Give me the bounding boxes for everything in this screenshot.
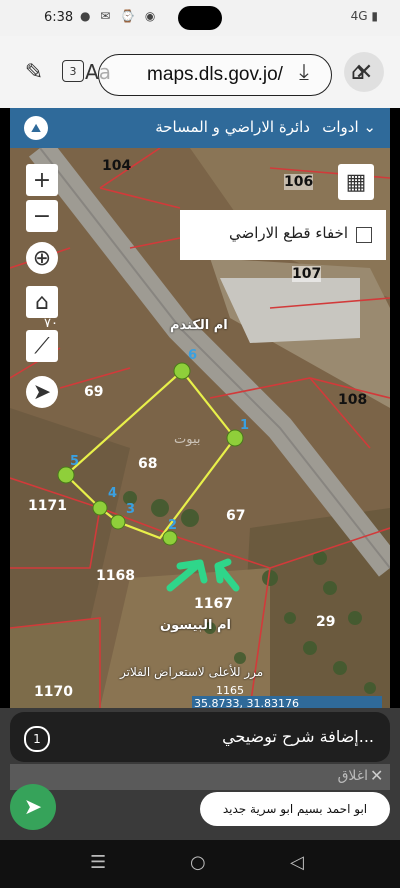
tools-menu[interactable]: ادوات ⌄ bbox=[322, 118, 376, 136]
hide-parcels-checkbox[interactable] bbox=[356, 227, 372, 243]
street-label: ام الكندم bbox=[170, 318, 228, 333]
back-icon[interactable]: ◁ bbox=[290, 852, 304, 873]
vertex-label: 1 bbox=[240, 418, 250, 433]
parcel-label: ٧٠ bbox=[44, 316, 58, 331]
vertex-label: 6 bbox=[188, 348, 198, 363]
locate-icon[interactable]: ⊕ bbox=[26, 242, 58, 274]
parcel-label: 1170 bbox=[34, 684, 73, 700]
home-extent-icon[interactable]: ⌂ bbox=[26, 286, 58, 318]
menu-icon[interactable]: ☰ bbox=[90, 852, 106, 873]
zoom-in-button[interactable]: + bbox=[26, 164, 58, 196]
send-icon: ➤ bbox=[23, 794, 43, 820]
street-label: ام البيسون bbox=[160, 618, 231, 633]
parcel-label: 104 bbox=[102, 158, 132, 174]
signal-icon: 4G ▮ bbox=[350, 9, 378, 23]
status-bar: 6:38 ● ✉ ⌚ ◉ 4G ▮ bbox=[0, 0, 400, 36]
parcel-label: 1168 bbox=[96, 568, 135, 584]
caption-input[interactable]: 1 إضافة شرح توضيحي... bbox=[10, 712, 390, 762]
camera-notch bbox=[178, 6, 222, 30]
parcel-label: 29 bbox=[316, 614, 336, 630]
edit-pen-icon[interactable]: ✎ bbox=[14, 52, 54, 92]
url-text: maps.dls.gov.jo/ bbox=[147, 64, 283, 85]
watermark: بيوت bbox=[174, 432, 201, 447]
home-nav-icon[interactable]: ○ bbox=[190, 852, 206, 873]
parcel-label: 1165 bbox=[216, 684, 244, 697]
parcel-label: 108 bbox=[338, 392, 368, 408]
zoom-out-button[interactable]: − bbox=[26, 200, 58, 232]
measure-icon[interactable]: ⟋ bbox=[26, 330, 58, 362]
caption-placeholder: إضافة شرح توضيحي... bbox=[222, 727, 374, 746]
browser-toolbar: ✎ 3 Aa maps.dls.gov.jo/ ⤓ ⌂ ✕ bbox=[0, 36, 400, 108]
map-view[interactable]: + − ⊕ ⌂ ⟋ ➤ ▦ اخفاء قطع الاراضي 104 106 … bbox=[10, 148, 390, 708]
clock: 6:38 bbox=[44, 10, 74, 25]
coordinate-readout: 35.8733, 31.83176 bbox=[194, 697, 299, 708]
vertex-label: 4 bbox=[108, 486, 118, 501]
close-icon[interactable]: ✕ bbox=[370, 766, 390, 785]
parcel-label: 1167 bbox=[194, 596, 233, 612]
site-header: ⛰ دائرة الاراضي و المساحة ادوات ⌄ bbox=[10, 108, 390, 148]
send-button[interactable]: ➤ bbox=[10, 784, 56, 830]
qr-code-icon[interactable]: ▦ bbox=[338, 164, 374, 200]
contact-chip: ابو احمد بسيم ابو سرية جديد bbox=[200, 792, 390, 826]
parcel-label: 107 bbox=[292, 266, 322, 282]
compass-icon[interactable]: ➤ bbox=[26, 376, 58, 408]
close-bar[interactable]: ✕ اغلاق bbox=[10, 764, 390, 790]
vertex-label: 3 bbox=[126, 502, 136, 517]
contact-name: ابو احمد بسيم ابو سرية جديد bbox=[222, 802, 368, 816]
parcel-label: 1171 bbox=[28, 498, 67, 514]
close-label: اغلاق bbox=[337, 768, 368, 784]
vertex-label: 2 bbox=[168, 518, 178, 533]
parcel-label: 69 bbox=[84, 384, 104, 400]
hide-parcels-panel[interactable]: اخفاء قطع الاراضي bbox=[180, 210, 386, 260]
system-nav-bar: ☰ ○ ◁ bbox=[0, 840, 400, 888]
timer-icon[interactable]: 1 bbox=[24, 726, 50, 752]
notification-icons: ● ✉ ⌚ ◉ bbox=[80, 9, 159, 23]
logo-icon: ⛰ bbox=[24, 116, 48, 140]
download-icon[interactable]: ⤓ bbox=[284, 52, 324, 92]
parcel-label: 68 bbox=[138, 456, 158, 472]
vertex-label: 5 bbox=[70, 454, 80, 469]
hide-parcels-label: اخفاء قطع الاراضي bbox=[228, 224, 348, 242]
site-title: دائرة الاراضي و المساحة bbox=[155, 118, 310, 136]
close-icon[interactable]: ✕ bbox=[344, 52, 384, 92]
parcel-label: 67 bbox=[226, 508, 246, 524]
parcel-label: 106 bbox=[284, 174, 314, 190]
scroll-hint: مرر للأعلى لاستعراض الفلاتر bbox=[120, 665, 264, 679]
